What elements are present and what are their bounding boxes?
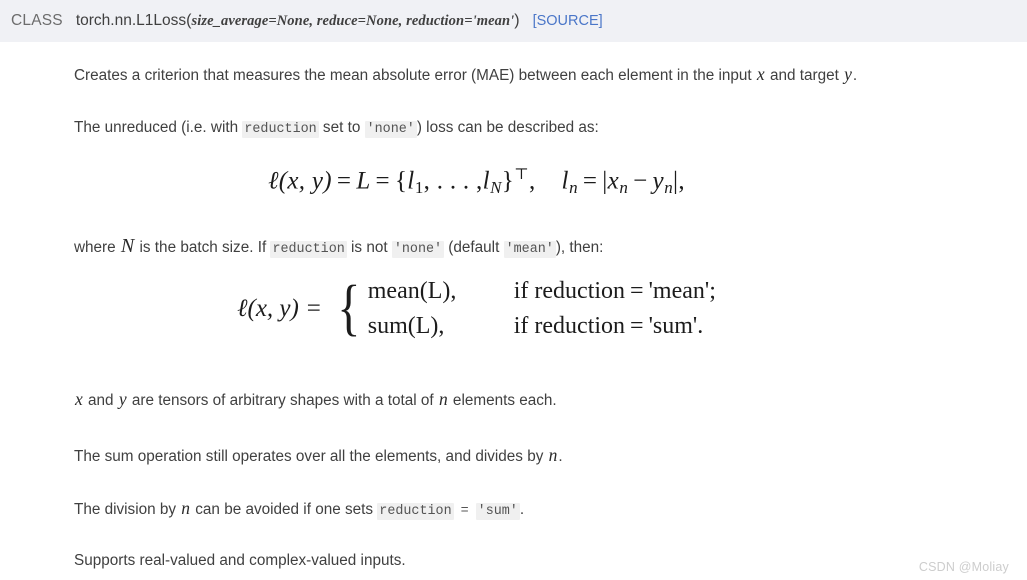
eq1-set-open: { xyxy=(394,167,408,195)
p5-text-1: The sum operation still operates over al… xyxy=(74,448,548,465)
equation-2-content: ℓ(x, y) = { mean(L), if reduction ='mean';… xyxy=(237,274,716,344)
paragraph-tensor-shapes: x and y are tensors of arbitrary shapes … xyxy=(74,387,954,412)
eq1-equals-3: = xyxy=(582,167,598,195)
math-var-x-2: x xyxy=(75,389,83,409)
eq2-row1-condition: if reduction xyxy=(513,278,626,304)
eq1-ln-sub: n xyxy=(569,178,578,198)
eq1-transpose: ⊤ xyxy=(514,166,529,183)
eq2-case-row-sum: sum(L), if reduction ='sum'. xyxy=(368,313,704,339)
code-equals-sign: = xyxy=(460,504,469,519)
code-mean: 'mean' xyxy=(503,241,556,258)
math-var-n-2: n xyxy=(548,445,558,465)
p3-text-2: is the batch size. If xyxy=(135,239,271,256)
p3-text-1: where xyxy=(74,239,120,256)
eq1-equals-1: = xyxy=(336,167,352,195)
math-var-y-2: y xyxy=(118,389,127,409)
math-var-n-3: n xyxy=(181,498,191,518)
p2-text-2: set to xyxy=(318,119,365,136)
eq1-equals-2: = xyxy=(375,167,390,195)
p4-text-3: elements each. xyxy=(448,392,557,409)
left-curly-brace-icon: { xyxy=(337,273,361,342)
p2-text-3: ) loss can be described as: xyxy=(416,119,599,136)
math-var-y: y xyxy=(844,64,852,84)
eq2-row2-condvalue: 'sum'. xyxy=(648,313,704,340)
class-qualified-name: torch.nn.L1Loss xyxy=(75,12,187,29)
code-none-2: 'none' xyxy=(391,241,445,258)
paragraph-supports: Supports real-valued and complex-valued … xyxy=(74,552,406,569)
code-reduction-2: reduction xyxy=(270,241,347,258)
p6-text-2: can be avoided if one sets xyxy=(191,501,378,518)
p3-text-5: ), then: xyxy=(555,239,604,256)
paragraph-sum-operation: The sum operation still operates over al… xyxy=(74,443,954,468)
display-equation-reduction-cases: ℓ(x, y) = { mean(L), if reduction ='mean';… xyxy=(0,274,953,344)
class-signature-header: CLASS torch.nn.L1Loss ( size_average=Non… xyxy=(0,0,1027,42)
paragraph-batch-size: where N is the batch size. If reduction … xyxy=(74,232,954,261)
equation-1-content: ℓ(x, y) = L = {l1, . . . ,lN}⊤, ln = |xn − yn|, xyxy=(268,165,685,198)
eq2-case-row-mean: mean(L), if reduction ='mean'; xyxy=(368,278,716,304)
paragraph-unreduced: The unreduced (i.e. with reduction set t… xyxy=(74,117,954,139)
p3-text-3: is not xyxy=(346,239,392,256)
eq1-yn-sub: n xyxy=(664,178,674,198)
code-sum: 'sum' xyxy=(475,503,520,520)
source-link[interactable]: [SOURCE] xyxy=(533,13,603,29)
signature-parameters: size_average=None, reduce=None, reductio… xyxy=(191,12,515,29)
p6-text-1: The division by xyxy=(74,501,181,518)
eq2-row2-eq: = xyxy=(630,313,644,340)
p6-text-3: . xyxy=(519,501,525,518)
eq2-row1-value: mean(L), xyxy=(367,278,457,304)
eq1-dots: , . . . , xyxy=(423,167,483,195)
p5-text-2: . xyxy=(558,448,563,465)
eq1-L: L xyxy=(356,167,371,195)
eq1-lhs: ℓ(x, y) xyxy=(268,167,332,195)
eq2-row2-value: sum(L), xyxy=(367,313,445,340)
math-var-N: N xyxy=(120,235,135,257)
eq1-trailing-comma: , xyxy=(678,167,685,195)
p4-text-2: are tensors of arbitrary shapes with a t… xyxy=(127,392,438,409)
class-keyword-label: CLASS xyxy=(11,12,63,29)
watermark-text: CSDN @Moliay xyxy=(918,560,1009,574)
eq2-cases-rows: mean(L), if reduction ='mean'; sum(L), if r… xyxy=(368,274,716,344)
eq1-comma: , xyxy=(528,167,536,195)
eq1-l1: l xyxy=(407,167,415,195)
eq1-xn-sub: n xyxy=(619,178,629,198)
eq1-lN-sub: N xyxy=(490,178,502,198)
eq1-ln: l xyxy=(561,167,569,195)
eq2-row1-eq: = xyxy=(630,278,644,304)
eq1-xn: x xyxy=(607,167,620,195)
paragraph-description: Creates a criterion that measures the me… xyxy=(74,62,1019,87)
display-equation-unreduced-loss: ℓ(x, y) = L = {l1, . . . ,lN}⊤, ln = |xn − yn|, xyxy=(0,165,953,198)
eq2-lhs: ℓ(x, y) = xyxy=(237,295,322,323)
code-none: 'none' xyxy=(364,121,417,138)
math-var-n: n xyxy=(438,389,448,409)
p1-text-2: and target xyxy=(765,67,844,84)
eq1-yn: y xyxy=(652,167,664,195)
signature-close-paren: ) xyxy=(514,12,520,29)
p1-text-3: . xyxy=(852,67,858,84)
p1-text-1: Creates a criterion that measures the me… xyxy=(74,67,756,84)
eq1-minus: − xyxy=(633,167,648,195)
eq1-lN: l xyxy=(482,167,490,195)
p2-text-1: The unreduced (i.e. with xyxy=(74,119,243,136)
eq1-set-close: } xyxy=(501,167,515,195)
eq2-row1-condvalue: 'mean'; xyxy=(648,278,716,304)
code-reduction: reduction xyxy=(242,121,319,138)
math-var-x: x xyxy=(756,64,765,84)
p4-text-1: and xyxy=(83,392,118,409)
paragraph-division: The division by n can be avoided if one … xyxy=(74,496,954,521)
eq2-row2-condition: if reduction xyxy=(513,313,626,340)
code-reduction-3: reduction xyxy=(377,503,454,520)
p3-text-4: (default xyxy=(444,239,504,256)
eq1-l1-sub: 1 xyxy=(414,178,424,198)
